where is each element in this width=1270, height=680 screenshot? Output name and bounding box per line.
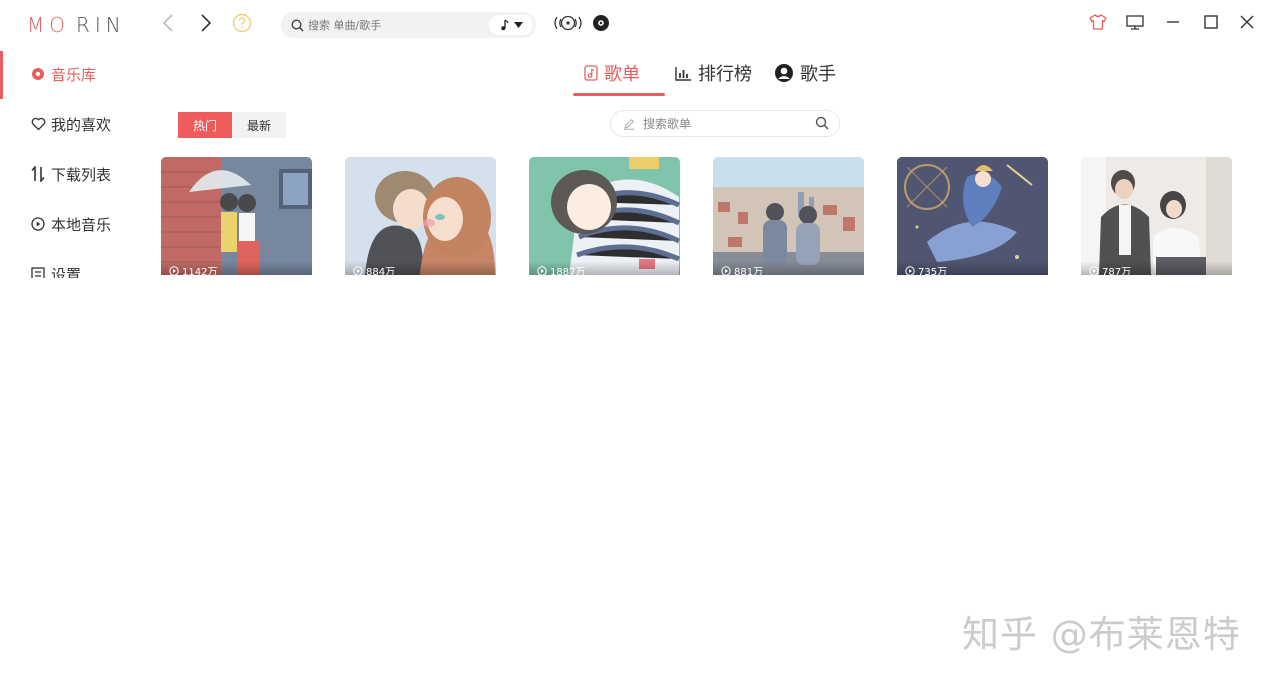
sidebar: 音乐库 我的喜欢 下载列表 本地音乐 设置	[0, 48, 150, 278]
app-logo: MO RIN	[27, 13, 126, 37]
play-count: 884万	[353, 263, 395, 275]
play-circle-icon	[169, 265, 179, 275]
music-source-select[interactable]	[489, 15, 533, 35]
search-icon[interactable]	[815, 116, 829, 130]
record-icon	[30, 66, 46, 82]
play-count-text: 881万	[734, 267, 764, 275]
help-button[interactable]	[232, 12, 252, 34]
filter-new-button[interactable]: 最新	[232, 112, 286, 138]
close-icon	[1240, 15, 1254, 29]
user-circle-icon	[774, 63, 794, 83]
playlist-card[interactable]: 1142万	[161, 157, 312, 275]
music-note-icon	[500, 19, 509, 31]
minimize-button[interactable]	[1160, 10, 1186, 34]
mini-mode-button[interactable]	[1122, 10, 1148, 34]
close-button[interactable]	[1234, 10, 1260, 34]
heart-icon	[30, 116, 46, 132]
search-icon	[291, 18, 304, 32]
title-bar: MO RIN	[0, 0, 1270, 48]
sidebar-item-local-music[interactable]: 本地音乐	[0, 199, 150, 249]
playlist-card[interactable]: 1887万	[529, 157, 680, 275]
play-count: 881万	[721, 263, 763, 275]
sidebar-item-label: 音乐库	[51, 65, 97, 84]
active-tab-indicator	[573, 93, 665, 96]
play-circle-icon	[353, 265, 363, 275]
play-circle-icon	[721, 265, 731, 275]
pencil-icon	[624, 118, 635, 130]
maximize-icon	[1204, 15, 1218, 29]
logo-part1: MO	[27, 13, 70, 37]
play-count-text: 884万	[366, 267, 396, 275]
chevron-left-icon	[162, 14, 173, 32]
play-count: 787万	[1089, 263, 1131, 275]
play-count: 1142万	[169, 263, 217, 275]
sound-wave-disc-icon	[554, 15, 582, 31]
vinyl-disc-icon	[593, 15, 609, 31]
tab-label: 排行榜	[698, 64, 752, 85]
sort-arrows-icon	[30, 166, 46, 182]
monitor-icon	[1126, 14, 1144, 30]
sidebar-item-label: 本地音乐	[51, 215, 112, 234]
sidebar-item-favorites[interactable]: 我的喜欢	[0, 99, 150, 149]
play-count-text: 787万	[1102, 267, 1132, 275]
tab-label: 歌手	[800, 64, 836, 85]
tab-label: 歌单	[604, 64, 640, 85]
play-count-text: 735万	[918, 267, 948, 275]
filter-hot-button[interactable]: 热门	[178, 112, 232, 138]
play-count-text: 1142万	[182, 267, 218, 275]
playlist-card[interactable]: 881万	[713, 157, 864, 275]
logo-part2: RIN	[76, 13, 126, 37]
bar-chart-icon	[675, 66, 692, 81]
sidebar-item-label: 下载列表	[51, 165, 112, 184]
playlist-card[interactable]: 735万	[897, 157, 1048, 275]
back-button[interactable]	[158, 12, 178, 34]
minimize-icon	[1167, 21, 1179, 23]
sidebar-item-music-library[interactable]: 音乐库	[0, 49, 150, 99]
play-circle-icon	[537, 265, 547, 275]
play-count-text: 1887万	[550, 267, 586, 275]
now-playing-button[interactable]	[591, 12, 611, 34]
play-circle-icon	[30, 216, 46, 232]
sidebar-item-settings[interactable]: 设置	[0, 249, 150, 278]
watermark: 知乎 @布莱恩特	[962, 613, 1241, 656]
play-count: 1887万	[537, 263, 585, 275]
sidebar-item-label: 我的喜欢	[51, 115, 112, 134]
chevron-right-icon	[201, 14, 212, 32]
sidebar-item-label: 设置	[51, 265, 82, 279]
play-circle-icon	[1089, 265, 1099, 275]
forward-button[interactable]	[196, 12, 216, 34]
sidebar-item-downloads[interactable]: 下载列表	[0, 149, 150, 199]
playlist-card[interactable]: 884万	[345, 157, 496, 275]
skin-button[interactable]	[1085, 10, 1111, 34]
tshirt-icon	[1089, 14, 1107, 30]
tab-artists[interactable]: 歌手	[774, 58, 836, 88]
play-count: 735万	[905, 263, 947, 275]
settings-icon	[30, 266, 46, 278]
tab-playlists[interactable]: 歌单	[584, 58, 640, 88]
global-search-input[interactable]	[308, 18, 483, 32]
play-circle-icon	[905, 265, 915, 275]
global-search[interactable]	[281, 12, 536, 38]
help-icon	[232, 13, 252, 33]
playlist-search[interactable]	[610, 110, 840, 137]
playlist-icon	[584, 65, 598, 81]
maximize-button[interactable]	[1198, 10, 1224, 34]
playlist-card[interactable]: 787万	[1081, 157, 1232, 275]
caret-down-icon	[513, 22, 523, 28]
playlist-search-input[interactable]	[643, 116, 803, 131]
listen-identify-button[interactable]	[551, 12, 585, 34]
tab-charts[interactable]: 排行榜	[675, 58, 752, 88]
